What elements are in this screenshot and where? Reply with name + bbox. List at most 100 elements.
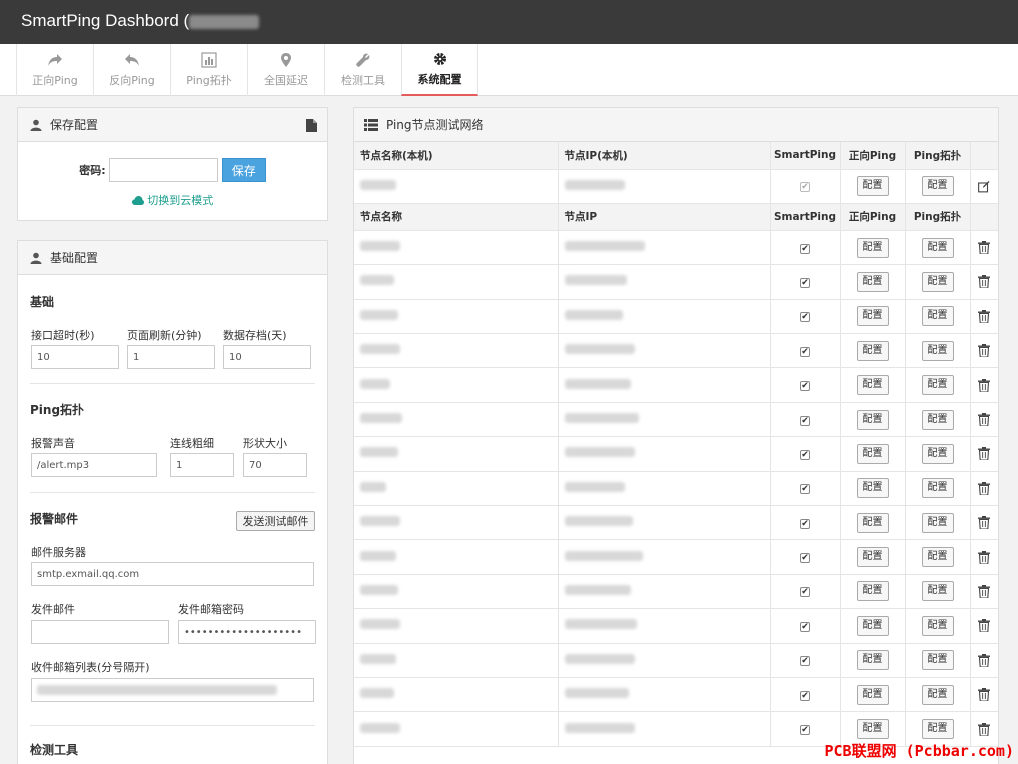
smartping-checkbox[interactable]: ✔ (800, 449, 810, 460)
forward-config-button[interactable]: 配置 (856, 512, 889, 533)
topology-cell: 配置 (905, 643, 971, 678)
node-name (354, 230, 559, 266)
tab-reverse-ping[interactable]: 反向Ping (93, 44, 170, 96)
tab-detect-tools[interactable]: 检测工具 (324, 44, 401, 96)
main-nav: 正向Ping 反向Ping Ping拓扑 全国延迟 检测工具 系统配置 (0, 44, 1018, 96)
forward-config-button[interactable]: 配置 (856, 443, 889, 464)
forward-config-button[interactable]: 配置 (856, 719, 889, 740)
smartping-checkbox[interactable]: ✔ (800, 243, 810, 254)
smartping-checkbox[interactable]: ✔ (800, 415, 810, 426)
tab-forward-ping[interactable]: 正向Ping (16, 44, 93, 96)
forward-config-button[interactable]: 配置 (856, 176, 889, 197)
forward-config-button[interactable]: 配置 (856, 650, 889, 671)
forward-config-button[interactable]: 配置 (856, 684, 889, 705)
topology-config-button[interactable]: 配置 (921, 375, 954, 396)
topology-config-button[interactable]: 配置 (921, 615, 954, 636)
trash-icon[interactable] (978, 619, 990, 633)
topology-config-button[interactable]: 配置 (921, 547, 954, 568)
forward-config-button[interactable]: 配置 (856, 340, 889, 361)
trash-icon[interactable] (978, 413, 990, 427)
smartping-checkbox[interactable]: ✔ (800, 484, 810, 495)
password-label: 密码: (79, 164, 106, 177)
forward-config-button[interactable]: 配置 (856, 271, 889, 292)
forward-config-button[interactable]: 配置 (856, 409, 889, 430)
sender-password-label: 发件邮箱密码 (178, 603, 244, 616)
save-button[interactable]: 保存 (221, 158, 266, 182)
topology-config-button[interactable]: 配置 (921, 306, 954, 327)
topology-config-button[interactable]: 配置 (921, 478, 954, 499)
trash-icon[interactable] (978, 550, 990, 564)
trash-icon[interactable] (978, 275, 990, 289)
topology-config-button[interactable]: 配置 (921, 340, 954, 361)
line-width-input[interactable]: 1 (170, 453, 234, 477)
shape-size-input[interactable]: 70 (243, 453, 307, 477)
smartping-checkbox[interactable]: ✔ (800, 381, 810, 392)
topology-config-button[interactable]: 配置 (921, 650, 954, 671)
trash-icon[interactable] (978, 378, 990, 392)
node-ip (558, 230, 771, 266)
smartping-checkbox[interactable]: ✔ (800, 690, 810, 701)
edit-icon[interactable] (978, 180, 990, 193)
smartping-checkbox[interactable]: ✔ (800, 312, 810, 323)
trash-icon[interactable] (978, 309, 990, 323)
topology-config-button[interactable]: 配置 (921, 719, 954, 740)
tab-national-latency[interactable]: 全国延迟 (247, 44, 324, 96)
topology-config-button[interactable]: 配置 (921, 176, 954, 197)
node-ip (558, 169, 771, 204)
mail-server-input[interactable]: smtp.exmail.qq.com (31, 562, 314, 586)
topology-config-button[interactable]: 配置 (921, 237, 954, 258)
password-input[interactable] (108, 158, 218, 182)
forward-cell: 配置 (840, 436, 906, 472)
sender-mail-input[interactable] (31, 620, 169, 644)
topology-config-button[interactable]: 配置 (921, 581, 954, 602)
tab-system-config[interactable]: 系统配置 (401, 44, 478, 96)
redacted-text (360, 516, 400, 527)
recipient-list-input[interactable] (31, 678, 314, 702)
trash-icon[interactable] (978, 653, 990, 667)
sound-input[interactable]: /alert.mp3 (31, 453, 157, 477)
node-name (354, 169, 559, 204)
smartping-checkbox[interactable]: ✔ (800, 587, 810, 598)
smartping-checkbox[interactable]: ✔ (800, 277, 810, 288)
smartping-checkbox[interactable]: ✔ (800, 656, 810, 667)
node-ip (558, 505, 771, 541)
smartping-checkbox[interactable]: ✔ (800, 725, 810, 736)
trash-icon[interactable] (978, 481, 990, 495)
trash-icon[interactable] (978, 688, 990, 702)
forward-config-button[interactable]: 配置 (856, 237, 889, 258)
timeout-input[interactable]: 10 (31, 345, 119, 369)
refresh-input[interactable]: 1 (127, 345, 215, 369)
send-test-mail-button[interactable]: 发送测试邮件 (236, 511, 315, 531)
topology-config-button[interactable]: 配置 (921, 684, 954, 705)
file-icon[interactable] (306, 119, 317, 132)
forward-config-button[interactable]: 配置 (856, 375, 889, 396)
smartping-checkbox[interactable]: ✔ (800, 621, 810, 632)
app-title[interactable]: SmartPing Dashbord ( (21, 11, 260, 31)
node-rows: ✔ 配置 配置 ✔ 配置 配置 ✔ 配置 配置 ✔ 配置 配置 ✔ 配置 配置 ✔ 配置 配置 ✔ 配置 配置 ✔ 配置 配置… (354, 230, 998, 747)
topology-config-button[interactable]: 配置 (921, 443, 954, 464)
trash-icon[interactable] (978, 584, 990, 598)
trash-icon[interactable] (978, 722, 990, 736)
smartping-checkbox[interactable]: ✔ (800, 553, 810, 564)
smartping-checkbox[interactable]: ✔ (800, 346, 810, 357)
forward-config-button[interactable]: 配置 (856, 306, 889, 327)
archive-input[interactable]: 10 (223, 345, 311, 369)
smartping-cell: ✔ (770, 333, 841, 369)
topology-config-button[interactable]: 配置 (921, 271, 954, 292)
trash-icon[interactable] (978, 241, 990, 255)
forward-config-button[interactable]: 配置 (856, 478, 889, 499)
trash-icon[interactable] (978, 344, 990, 358)
cloud-mode-link[interactable]: 切换到云模式 (18, 192, 327, 208)
trash-icon[interactable] (978, 516, 990, 530)
forward-config-button[interactable]: 配置 (856, 615, 889, 636)
sender-password-input[interactable]: •••••••••••••••••••• (178, 620, 316, 644)
smartping-checkbox[interactable]: ✔ (800, 518, 810, 529)
reply-icon (125, 54, 139, 66)
tab-ping-topology[interactable]: Ping拓扑 (170, 44, 247, 96)
forward-config-button[interactable]: 配置 (856, 547, 889, 568)
topology-config-button[interactable]: 配置 (921, 409, 954, 430)
forward-config-button[interactable]: 配置 (856, 581, 889, 602)
col-node-ip: 节点IP (558, 203, 771, 231)
topology-config-button[interactable]: 配置 (921, 512, 954, 533)
trash-icon[interactable] (978, 447, 990, 461)
